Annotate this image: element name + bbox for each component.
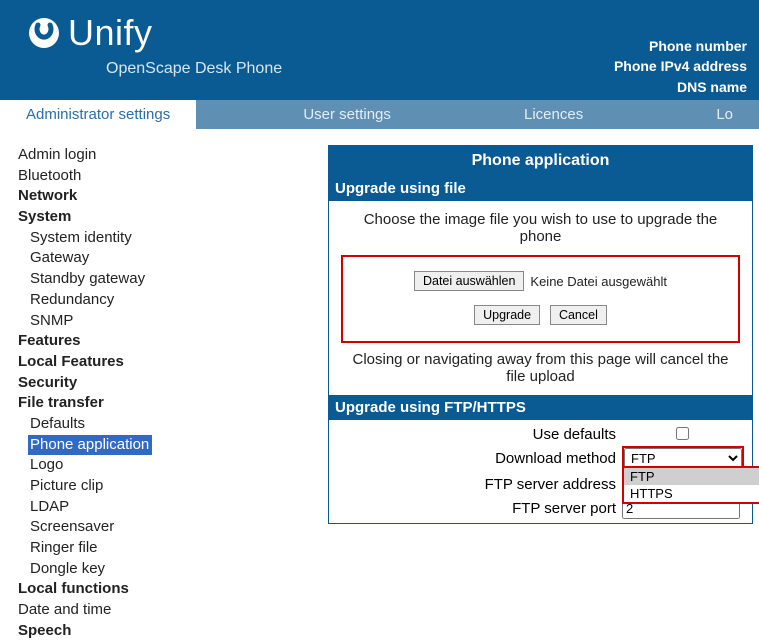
dns-label: DNS name [614,77,747,97]
tab-admin-settings[interactable]: Administrator settings [0,100,196,129]
sidebar-item-picture-clip[interactable]: Picture clip [18,476,328,497]
download-method-dropdown: FTP HTTPS [622,466,759,504]
sidebar-item-gateway[interactable]: Gateway [18,248,328,269]
phone-number-label: Phone number [614,36,747,56]
upgrade-ftp-title: Upgrade using FTP/HTTPS [329,395,752,420]
no-file-text: Keine Datei ausgewählt [530,274,667,289]
sidebar-item-snmp[interactable]: SNMP [18,311,328,332]
use-defaults-label: Use defaults [339,426,616,443]
upgrade-file-highlight: Datei auswählen Keine Datei ausgewählt U… [341,255,740,343]
unify-logo-icon [28,17,60,49]
sidebar-item-screensaver[interactable]: Screensaver [18,517,328,538]
ipv4-label: Phone IPv4 address [614,56,747,76]
sidebar-item-standby-gateway[interactable]: Standby gateway [18,269,328,290]
download-option-ftp[interactable]: FTP [624,468,759,485]
sidebar-section-network[interactable]: Network [18,186,328,207]
sidebar-item-redundancy[interactable]: Redundancy [18,290,328,311]
download-option-https[interactable]: HTTPS [624,485,759,502]
sidebar-item-ringer-file[interactable]: Ringer file [18,538,328,559]
sidebar-section-file-transfer[interactable]: File transfer [18,393,328,414]
download-method-label: Download method [339,450,616,467]
sidebar-section-local-functions[interactable]: Local functions [18,579,328,600]
sidebar-item-admin-login[interactable]: Admin login [18,145,328,166]
upgrade-file-title: Upgrade using file [329,176,752,201]
sidebar-section-speech[interactable]: Speech [18,621,328,642]
cancel-button[interactable]: Cancel [550,305,607,325]
main-tabs: Administrator settings User settings Lic… [0,100,759,129]
tab-user-settings[interactable]: User settings [277,100,417,129]
brand-name: Unify [68,12,153,54]
header-info: Phone number Phone IPv4 address DNS name [614,36,747,97]
sidebar-item-system-identity[interactable]: System identity [18,228,328,249]
use-defaults-checkbox[interactable] [676,427,689,440]
sidebar-item-ldap[interactable]: LDAP [18,497,328,518]
sidebar-item-logo[interactable]: Logo [18,455,328,476]
sidebar-item-bluetooth[interactable]: Bluetooth [18,166,328,187]
choose-file-button[interactable]: Datei auswählen [414,271,524,291]
product-subtitle: OpenScape Desk Phone [106,60,282,78]
ftp-address-label: FTP server address [339,476,616,493]
sidebar-section-local-features[interactable]: Local Features [18,352,328,373]
closing-note: Closing or navigating away from this pag… [341,351,740,385]
sidebar-section-features[interactable]: Features [18,331,328,352]
sidebar: Admin login Bluetooth Network System Sys… [18,145,328,642]
choose-image-text: Choose the image file you wish to use to… [341,211,740,245]
panel-title: Phone application [329,146,752,176]
brand: Unify [28,12,282,54]
sidebar-item-phone-application[interactable]: Phone application [28,435,152,456]
main-panel: Phone application Upgrade using file Cho… [328,145,759,642]
app-header: Unify OpenScape Desk Phone Phone number … [0,0,759,100]
sidebar-item-dongle-key[interactable]: Dongle key [18,559,328,580]
tab-lo[interactable]: Lo [690,100,759,129]
sidebar-item-defaults[interactable]: Defaults [18,414,328,435]
sidebar-section-security[interactable]: Security [18,373,328,394]
upgrade-button[interactable]: Upgrade [474,305,540,325]
sidebar-section-system[interactable]: System [18,207,328,228]
tab-licences[interactable]: Licences [498,100,609,129]
ftp-port-label: FTP server port [339,500,616,517]
sidebar-item-date-time[interactable]: Date and time [18,600,328,621]
